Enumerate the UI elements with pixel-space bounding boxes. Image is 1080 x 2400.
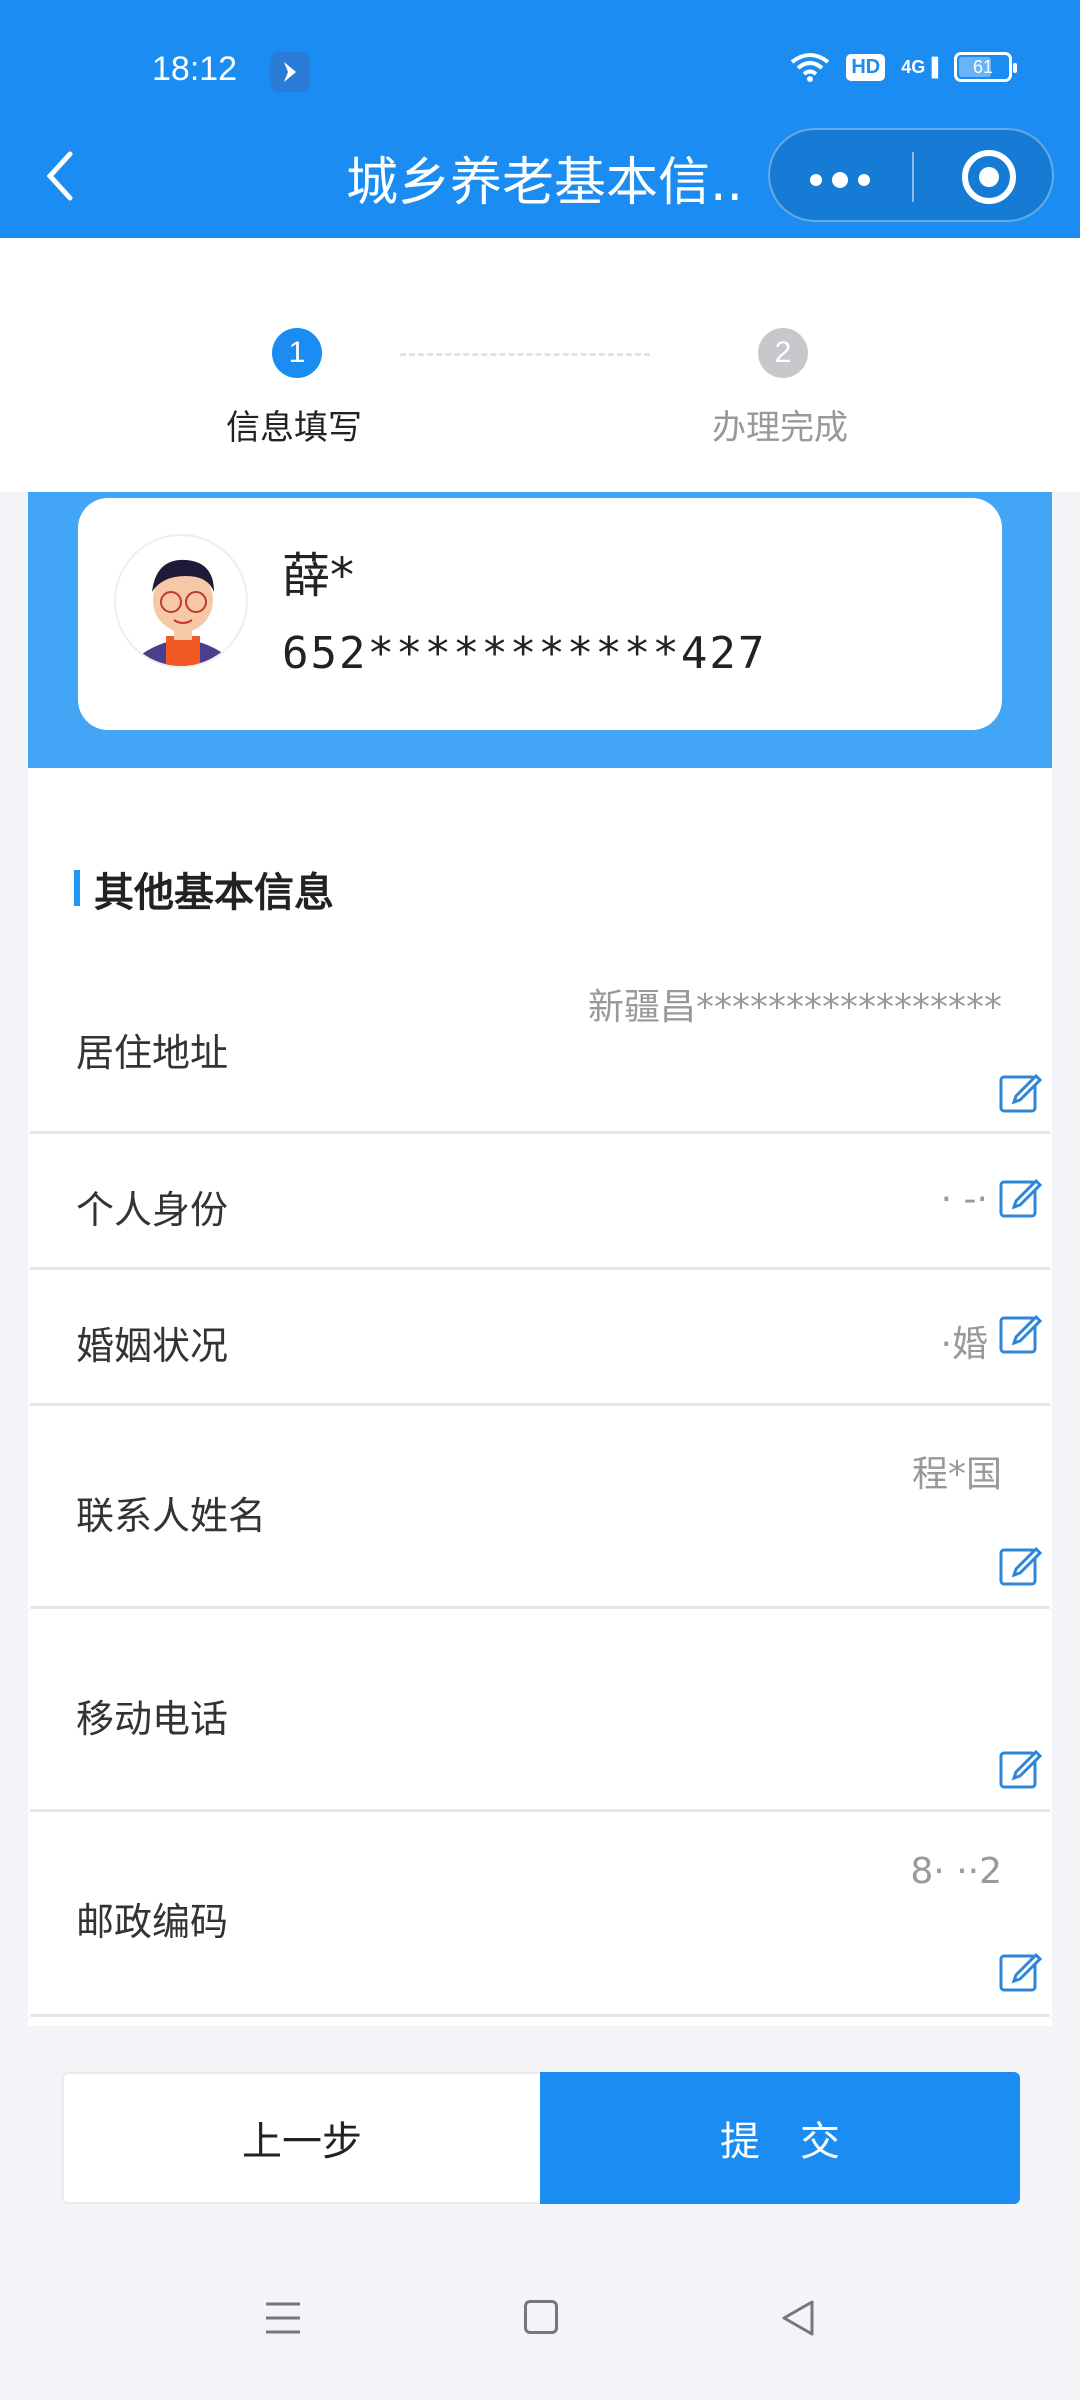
field-value: 程*国: [911, 1454, 1002, 1495]
edit-icon[interactable]: [998, 1746, 1042, 1790]
field-marital-status[interactable]: 婚姻状况 ·婚: [30, 1273, 1050, 1406]
signal-icon: 4G▐: [901, 56, 938, 77]
edit-icon[interactable]: [998, 1949, 1042, 1993]
battery-level: 61: [972, 56, 994, 77]
field-label: 居住地址: [76, 1031, 229, 1075]
field-label: 个人身份: [76, 1188, 229, 1232]
profile-name: 薛*: [282, 548, 355, 604]
field-value: 8· ··2: [910, 1851, 1002, 1892]
avatar: [114, 534, 248, 668]
field-label: 联系人姓名: [76, 1494, 267, 1538]
target-icon[interactable]: [962, 150, 1016, 204]
home-icon[interactable]: [524, 2300, 558, 2334]
step-connector: [400, 353, 650, 356]
field-label: 婚姻状况: [76, 1324, 229, 1368]
field-mobile-phone[interactable]: 移动电话: [30, 1612, 1050, 1812]
step-2-circle: 2: [758, 328, 808, 378]
step-indicator: 1 2 信息填写 办理完成: [0, 238, 1080, 492]
mini-program-capsule: [768, 128, 1054, 222]
step-1-circle: 1: [272, 328, 322, 378]
edit-icon[interactable]: [998, 1070, 1042, 1114]
field-label: 移动电话: [76, 1697, 229, 1741]
field-value: 新疆昌*****************: [587, 987, 1002, 1028]
field-postal-code[interactable]: 邮政编码 8· ··2: [30, 1815, 1050, 2017]
info-form: 其他基本信息 居住地址 新疆昌***************** 个人身份 · …: [28, 768, 1052, 2026]
battery-icon: 61: [954, 52, 1017, 82]
previous-step-button[interactable]: 上一步: [62, 2072, 542, 2204]
back-triangle-icon[interactable]: [780, 2298, 816, 2338]
menu-icon[interactable]: [264, 2300, 302, 2336]
top-bar: 18:12 HD 4G▐ 61 城乡养老基本信...: [0, 0, 1080, 238]
wifi-icon: [791, 53, 830, 82]
app-notification-icon: [270, 52, 310, 92]
back-button[interactable]: [40, 146, 80, 206]
edit-icon[interactable]: [998, 1311, 1042, 1355]
chevron-left-icon: [46, 151, 73, 201]
page-title: 城乡养老基本信...: [346, 153, 746, 213]
field-contact-name[interactable]: 联系人姓名 程*国: [30, 1409, 1050, 1609]
field-value: · -·: [940, 1179, 988, 1220]
hd-badge: HD: [846, 53, 886, 81]
status-bar: 18:12 HD 4G▐ 61: [0, 0, 1080, 142]
signal-label: 4G: [901, 56, 926, 77]
field-label: 邮政编码: [76, 1900, 229, 1944]
submit-button[interactable]: 提交: [540, 2072, 1020, 2204]
edit-icon[interactable]: [998, 1543, 1042, 1587]
more-dots-icon[interactable]: [810, 172, 870, 188]
capsule-divider: [912, 152, 914, 202]
system-nav-bar: [0, 2240, 1080, 2400]
profile-card: 薛* 652***********427: [78, 498, 1002, 730]
profile-id-number: 652***********427: [282, 628, 767, 679]
step-1-label: 信息填写: [226, 408, 362, 448]
section-title: 其他基本信息: [74, 860, 334, 918]
field-address[interactable]: 居住地址 新疆昌*****************: [30, 958, 1050, 1134]
step-2-label: 办理完成: [712, 408, 848, 448]
edit-icon[interactable]: [998, 1175, 1042, 1219]
status-icons: HD 4G▐ 61: [790, 52, 1017, 82]
status-time: 18:12: [152, 50, 238, 88]
field-identity[interactable]: 个人身份 · -·: [30, 1137, 1050, 1270]
field-value: ·婚: [940, 1324, 988, 1365]
